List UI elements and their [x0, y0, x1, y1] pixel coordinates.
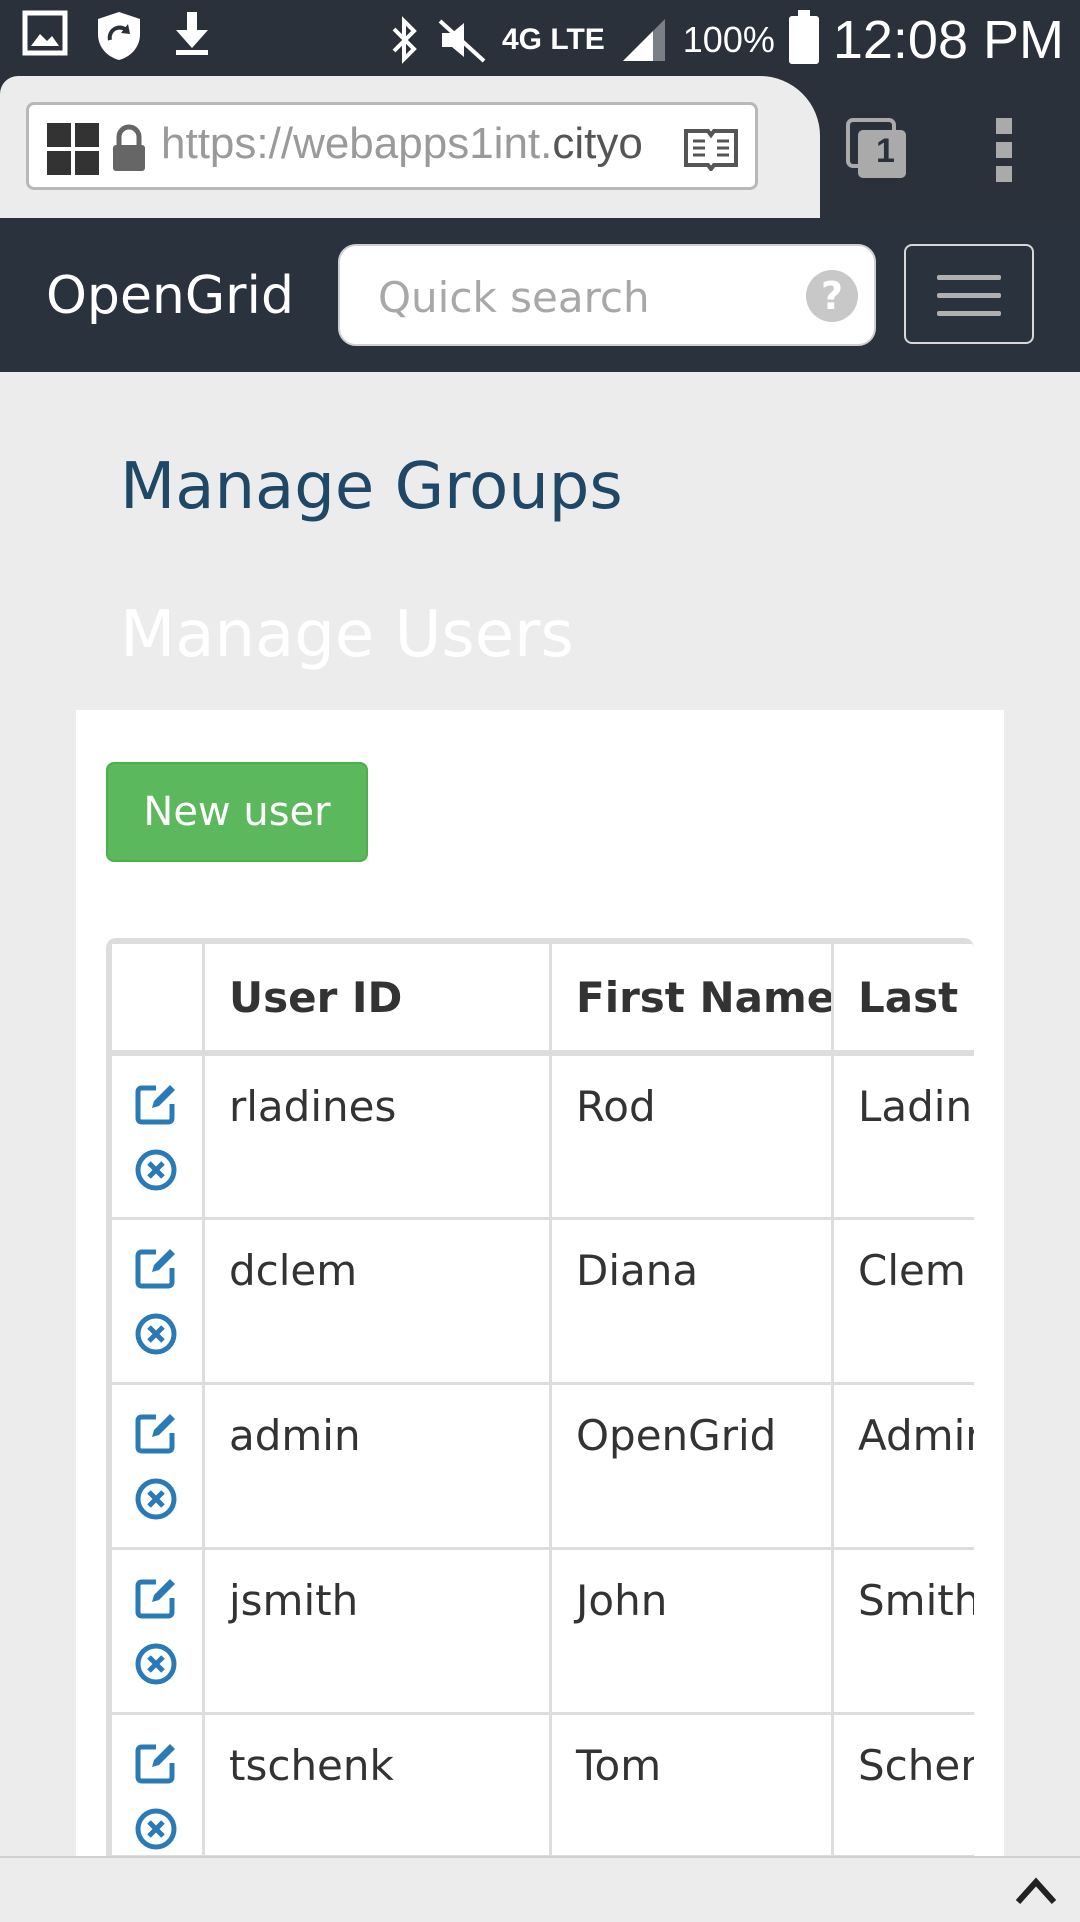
cell-user-id: admin — [202, 1381, 552, 1550]
chevron-up-icon[interactable] — [1014, 1870, 1058, 1910]
column-header-first-name[interactable]: First Name — [549, 941, 834, 1056]
notification-icons — [22, 10, 214, 62]
manage-users-heading[interactable]: Manage Users — [120, 598, 574, 672]
delete-icon[interactable] — [134, 1807, 201, 1856]
table-row: rladinesRodLadines — [109, 1051, 974, 1220]
download-icon — [176, 12, 208, 55]
cell-first-name: John — [549, 1546, 834, 1715]
more-vert-icon — [996, 118, 1012, 182]
cell-last-name: Admin — [831, 1381, 974, 1550]
mute-icon — [438, 19, 486, 63]
row-actions — [109, 1711, 205, 1856]
edit-icon[interactable] — [134, 1246, 201, 1300]
menu-toggle-button[interactable] — [904, 244, 1034, 344]
column-header-actions — [109, 941, 205, 1056]
battery-icon — [788, 10, 819, 64]
hamburger-line — [937, 275, 1001, 280]
browser-bottom-bar — [0, 1856, 1080, 1922]
cell-last-name: Schenk — [831, 1711, 974, 1855]
cell-first-name: Diana — [549, 1216, 834, 1385]
new-user-button[interactable]: New user — [106, 762, 368, 862]
status-bar: 4G LTE 100% 12:08 PM — [0, 0, 1080, 78]
users-table: User ID First Name Last Name rladinesRod… — [109, 941, 974, 1856]
delete-icon[interactable] — [134, 1477, 201, 1531]
users-table-container[interactable]: User ID First Name Last Name rladinesRod… — [106, 938, 974, 1858]
hamburger-line — [937, 311, 1001, 316]
reader-mode-icon[interactable] — [683, 127, 739, 171]
cell-user-id: tschenk — [202, 1711, 552, 1855]
clock: 12:08 PM — [832, 10, 1064, 70]
delete-icon[interactable] — [134, 1312, 201, 1366]
signal-icon — [622, 19, 665, 61]
delete-icon[interactable] — [134, 1148, 201, 1202]
shield-sync-icon — [98, 12, 140, 60]
delete-icon[interactable] — [134, 1642, 201, 1696]
cell-first-name: Rod — [549, 1051, 834, 1220]
edit-icon[interactable] — [134, 1082, 201, 1136]
edit-icon[interactable] — [134, 1411, 201, 1465]
column-header-user-id[interactable]: User ID — [202, 941, 552, 1056]
manage-groups-heading[interactable]: Manage Groups — [120, 450, 623, 524]
row-actions — [109, 1216, 205, 1385]
cell-last-name: Smith — [831, 1546, 974, 1715]
row-actions — [109, 1381, 205, 1550]
edit-icon[interactable] — [134, 1576, 201, 1630]
help-icon[interactable]: ? — [806, 270, 858, 322]
row-actions — [109, 1051, 205, 1220]
users-panel: New user User ID First Name Last Name rl… — [76, 710, 1004, 1920]
network-type-icon: 4G LTE — [501, 23, 605, 56]
table-header-row: User ID First Name Last Name — [109, 941, 974, 1056]
system-status: 4G LTE 100% 12:08 PM — [388, 8, 1064, 72]
table-row: tschenkTomSchenk — [109, 1711, 974, 1856]
address-bar[interactable]: https://webapps1int.cityo — [26, 102, 758, 190]
bluetooth-icon — [392, 16, 417, 64]
battery-percentage: 100% — [682, 19, 775, 60]
cell-user-id: dclem — [202, 1216, 552, 1385]
cell-first-name: OpenGrid — [549, 1381, 834, 1550]
quick-search: ? — [338, 244, 876, 346]
edit-icon[interactable] — [134, 1741, 201, 1795]
apps-grid-icon[interactable] — [47, 123, 99, 175]
browser-menu-button[interactable] — [990, 116, 1018, 184]
cell-last-name: Ladines — [831, 1051, 974, 1220]
lock-icon — [113, 124, 145, 171]
cell-user-id: rladines — [202, 1051, 552, 1220]
browser-toolbar: https://webapps1int.cityo 1 — [0, 76, 1080, 218]
app-navbar: OpenGrid ? — [0, 218, 1080, 372]
tabs-button[interactable]: 1 — [846, 118, 906, 178]
table-row: dclem Diana Clem — [109, 1216, 974, 1385]
search-input[interactable] — [376, 266, 800, 328]
table-row: adminOpenGridAdmin — [109, 1381, 974, 1550]
gallery-icon — [22, 10, 68, 56]
cell-last-name: Clem — [831, 1216, 974, 1385]
cell-user-id: jsmith — [202, 1546, 552, 1715]
column-header-last-name[interactable]: Last Name — [831, 941, 974, 1056]
hamburger-line — [937, 293, 1001, 298]
brand-logo[interactable]: OpenGrid — [46, 266, 294, 326]
row-actions — [109, 1546, 205, 1715]
cell-first-name: Tom — [549, 1711, 834, 1855]
url-tab: https://webapps1int.cityo — [0, 76, 820, 218]
tab-count: 1 — [876, 132, 895, 170]
url-text: https://webapps1int.cityo — [161, 119, 643, 168]
table-row: jsmith John Smith — [109, 1546, 974, 1715]
